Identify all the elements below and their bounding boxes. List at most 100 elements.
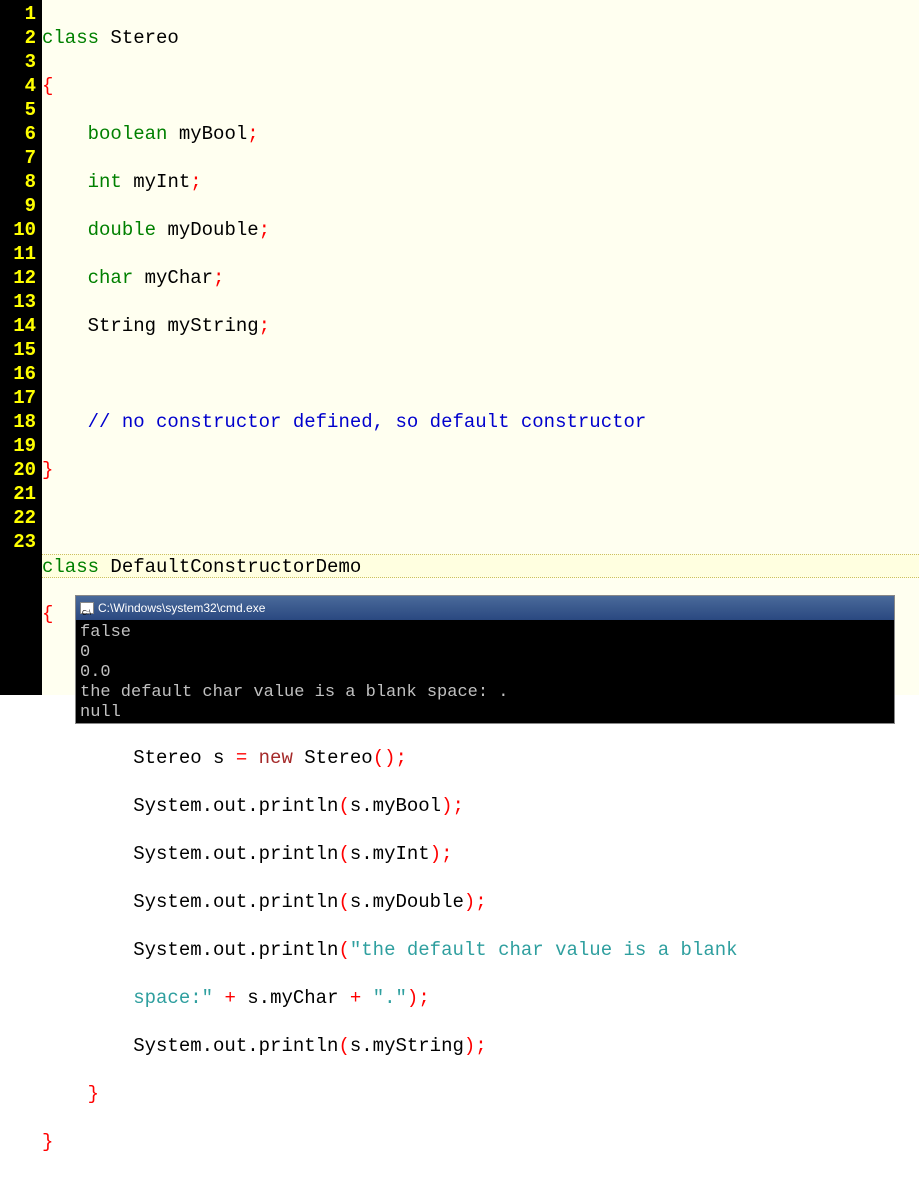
arg: s.myBool [350,795,441,817]
code-line[interactable]: System.out.println(s.myDouble); [42,890,919,914]
code-line[interactable]: space:" + s.myChar + "."); [42,986,919,1010]
code-line[interactable]: { [42,74,919,98]
field: myString [167,315,258,337]
code-area[interactable]: class Stereo { boolean myBool; int myInt… [42,0,919,695]
line-number: 15 [8,338,36,362]
field: myInt [133,171,190,193]
rparen: ) [407,987,418,1009]
code-line[interactable]: String myString; [42,314,919,338]
class-name: DefaultConstructorDemo [110,556,361,578]
code-line[interactable]: System.out.println("the default char val… [42,938,919,962]
code-line-cursor[interactable]: class DefaultConstructorDemo [42,554,919,578]
code-line[interactable]: } [42,1082,919,1106]
code-line[interactable]: System.out.println(s.myBool); [42,794,919,818]
line-number: 12 [8,266,36,290]
semicolon: ; [475,1035,486,1057]
brace-open: { [42,603,53,625]
plus: + [213,987,247,1009]
rparen: ) [464,891,475,913]
line-number: 1 [8,2,36,26]
brace-open: { [42,75,53,97]
line-number: 21 [8,482,36,506]
console-output[interactable]: false00.0the default char value is a bla… [76,621,894,723]
string-literal: "the default char value is a blank [350,939,749,961]
code-line[interactable]: char myChar; [42,266,919,290]
semicolon: ; [259,315,270,337]
semicolon: ; [418,987,429,1009]
lparen: ( [338,795,349,817]
console-line: 0 [80,643,890,663]
line-number: 6 [8,122,36,146]
equals: = [236,747,247,769]
field: myChar [145,267,213,289]
line-number: 3 [8,50,36,74]
semicolon: ; [213,267,224,289]
type-keyword: boolean [88,123,168,145]
call: System.out.println [133,939,338,961]
brace-close: } [42,459,53,481]
code-line[interactable] [42,506,919,530]
rparen: ) [464,1035,475,1057]
line-number-gutter: 1 2 3 4 5 6 7 8 9 10 11 12 13 14 15 16 1… [0,0,42,695]
line-number: 23 [8,530,36,554]
code-line[interactable]: System.out.println(s.myString); [42,1034,919,1058]
line-number: 22 [8,506,36,530]
line-number: 20 [8,458,36,482]
lparen: ( [338,939,349,961]
editor-pane: 1 2 3 4 5 6 7 8 9 10 11 12 13 14 15 16 1… [0,0,919,695]
keyword-class: class [42,556,99,578]
semicolon: ; [396,747,407,769]
code-line[interactable]: System.out.println(s.myInt); [42,842,919,866]
line-number: 17 [8,386,36,410]
type-keyword: String [88,315,156,337]
semicolon: ; [259,219,270,241]
console-line: null [80,703,890,723]
cmd-console-window[interactable]: C:\Windows\system32\cmd.exe false00.0the… [75,595,895,724]
lparen: ( [338,891,349,913]
line-number: 7 [8,146,36,170]
rparen: ) [441,795,452,817]
line-number: 5 [8,98,36,122]
ctor: Stereo [293,747,373,769]
console-title: C:\Windows\system32\cmd.exe [98,598,265,618]
line-number: 9 [8,194,36,218]
string-literal: space:" [133,987,213,1009]
semicolon: ; [452,795,463,817]
lparen: ( [338,1035,349,1057]
code-line[interactable]: double myDouble; [42,218,919,242]
code-line[interactable]: Stereo s = new Stereo(); [42,746,919,770]
class-name: Stereo [110,27,178,49]
code-line[interactable]: } [42,1130,919,1154]
code-line[interactable]: // no constructor defined, so default co… [42,410,919,434]
keyword-new: new [259,747,293,769]
arg: s.myDouble [350,891,464,913]
brace-close: } [42,1131,53,1153]
arg: s.myString [350,1035,464,1057]
line-number: 13 [8,290,36,314]
line-number: 8 [8,170,36,194]
call: System.out.println [133,795,338,817]
type-keyword: int [88,171,122,193]
line-number: 19 [8,434,36,458]
line-number: 14 [8,314,36,338]
console-titlebar[interactable]: C:\Windows\system32\cmd.exe [76,596,894,621]
code-line[interactable] [42,362,919,386]
code-line[interactable]: class Stereo [42,26,919,50]
arg: s.myChar [247,987,338,1009]
console-line: false [80,623,890,643]
expr: Stereo s [133,747,236,769]
line-number: 16 [8,362,36,386]
code-line[interactable]: } [42,458,919,482]
lparen: ( [373,747,384,769]
cmd-icon [80,602,94,614]
console-line: 0.0 [80,663,890,683]
lparen: ( [338,843,349,865]
arg: s.myInt [350,843,430,865]
code-line[interactable]: boolean myBool; [42,122,919,146]
line-number: 11 [8,242,36,266]
line-number: 18 [8,410,36,434]
field: myDouble [167,219,258,241]
call: System.out.println [133,1035,338,1057]
code-line[interactable]: int myInt; [42,170,919,194]
line-number: 2 [8,26,36,50]
